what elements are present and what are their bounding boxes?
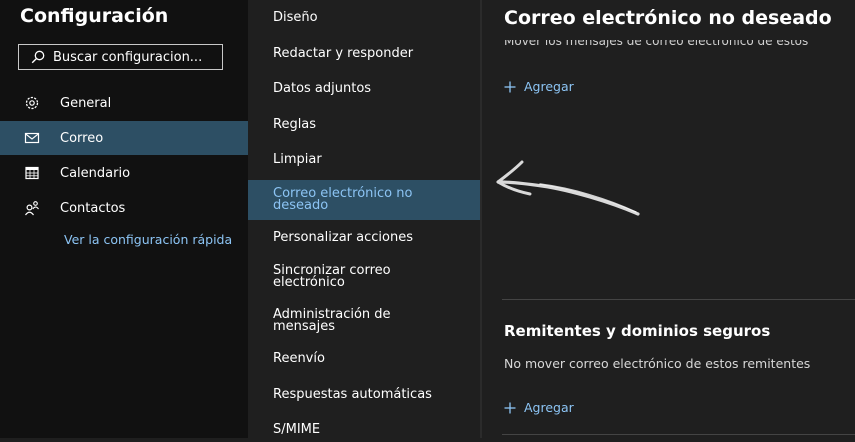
submenu-item-customize-actions[interactable]: Personalizar acciones xyxy=(248,226,480,250)
submenu-item-automatic-replies[interactable]: Respuestas automáticas xyxy=(248,383,480,407)
settings-sidebar: Configuración Buscar configuracion... Ge… xyxy=(0,0,248,438)
section-divider xyxy=(502,434,855,435)
gear-icon xyxy=(24,95,40,111)
sidebar-item-general[interactable]: General xyxy=(0,86,248,120)
mail-settings-menu: Diseño Redactar y responder Datos adjunt… xyxy=(248,0,480,438)
submenu-item-sweep[interactable]: Limpiar xyxy=(248,148,480,172)
submenu-item-label: Correo electrónico no deseado xyxy=(273,186,413,213)
sidebar-item-label: Contactos xyxy=(60,200,126,216)
search-icon xyxy=(31,50,45,64)
safe-senders-description: No mover correo electrónico de estos rem… xyxy=(504,356,811,371)
submenu-item-smime[interactable]: S/MIME xyxy=(248,418,480,442)
people-icon xyxy=(24,200,40,216)
mail-icon xyxy=(24,130,40,146)
sidebar-item-contacts[interactable]: Contactos xyxy=(0,191,248,225)
submenu-item-attachments[interactable]: Datos adjuntos xyxy=(248,77,480,101)
add-safe-sender-button[interactable]: Agregar xyxy=(504,400,574,415)
plus-icon xyxy=(504,402,516,413)
sidebar-item-calendar[interactable]: Calendario xyxy=(0,156,248,190)
settings-search-box[interactable]: Buscar configuracion... xyxy=(18,44,223,70)
search-input[interactable]: Buscar configuracion... xyxy=(53,50,202,65)
safe-senders-title: Remitentes y dominios seguros xyxy=(504,322,771,340)
submenu-item-label: S/MIME xyxy=(273,422,321,437)
submenu-item-label: Diseño xyxy=(273,10,318,25)
sidebar-item-label: Correo xyxy=(60,130,104,146)
add-blocked-sender-button[interactable]: Agregar xyxy=(504,79,574,94)
sidebar-item-label: General xyxy=(60,95,112,111)
submenu-item-label: Administración de mensajes xyxy=(273,307,391,334)
submenu-item-label: Reenvío xyxy=(273,351,325,366)
add-label: Agregar xyxy=(524,400,574,415)
submenu-item-sync-email[interactable]: Sincronizar correo electrónico xyxy=(248,260,480,294)
submenu-item-label: Sincronizar correo electrónico xyxy=(273,263,391,290)
page-title: Correo electrónico no deseado xyxy=(504,7,832,29)
submenu-item-label: Personalizar acciones xyxy=(273,230,413,245)
submenu-item-forwarding[interactable]: Reenvío xyxy=(248,347,480,371)
submenu-item-compose-reply[interactable]: Redactar y responder xyxy=(248,42,480,66)
submenu-item-junk-email[interactable]: Correo electrónico no deseado xyxy=(248,180,480,220)
annotation-arrow-icon xyxy=(496,160,640,216)
quick-settings-link[interactable]: Ver la configuración rápida xyxy=(64,233,234,246)
submenu-item-label: Limpiar xyxy=(273,152,322,167)
blocked-senders-description-text: Mover los mensajes de correo electrónico… xyxy=(504,40,809,48)
submenu-item-label: Reglas xyxy=(273,117,317,132)
submenu-item-rules[interactable]: Reglas xyxy=(248,113,480,137)
plus-icon xyxy=(504,81,516,92)
sidebar-item-mail[interactable]: Correo xyxy=(0,121,248,155)
submenu-item-message-handling[interactable]: Administración de mensajes xyxy=(248,304,480,338)
submenu-item-label: Redactar y responder xyxy=(273,46,414,61)
submenu-item-label: Respuestas automáticas xyxy=(273,387,432,402)
settings-title: Configuración xyxy=(20,5,169,27)
submenu-item-layout[interactable]: Diseño xyxy=(248,6,480,30)
sidebar-item-label: Calendario xyxy=(60,165,131,181)
calendar-icon xyxy=(24,165,40,181)
add-label: Agregar xyxy=(524,79,574,94)
blocked-senders-description: Mover los mensajes de correo electrónico… xyxy=(504,40,808,50)
section-divider xyxy=(502,299,855,300)
submenu-item-label: Datos adjuntos xyxy=(273,81,372,96)
